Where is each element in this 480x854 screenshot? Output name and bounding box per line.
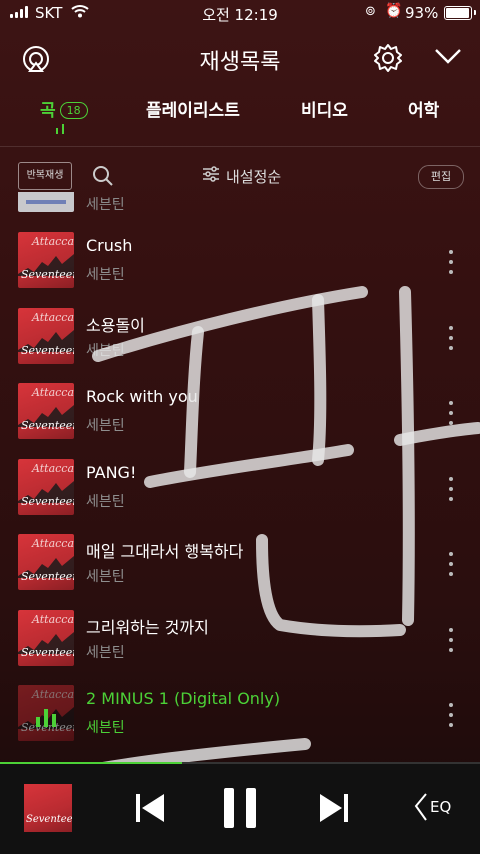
mini-player: Seventeen EQ bbox=[0, 762, 480, 854]
pause-icon[interactable] bbox=[222, 786, 258, 834]
header: 재생목록 bbox=[0, 38, 480, 78]
more-icon[interactable] bbox=[448, 325, 454, 350]
page-title: 재생목록 bbox=[199, 50, 281, 75]
sort-button[interactable]: 내설정순 bbox=[202, 165, 281, 187]
album-art: Attacca Seventeen bbox=[18, 685, 74, 741]
artist-name: 세븐틴 bbox=[86, 493, 125, 510]
sort-icon bbox=[202, 165, 220, 187]
divider bbox=[0, 146, 480, 147]
playing-indicator-icon bbox=[56, 124, 64, 134]
song-title: 매일 그대라서 행복하다 bbox=[86, 542, 244, 561]
list-toolbar: 반복재생 내설정순 편집 bbox=[0, 160, 480, 192]
album-text: Attacca bbox=[32, 537, 74, 550]
album-text: Seventeen bbox=[21, 494, 74, 508]
sort-label: 내설정순 bbox=[226, 167, 282, 186]
album-art: Attacca Seventeen bbox=[18, 534, 74, 590]
progress-bar[interactable] bbox=[0, 762, 480, 764]
battery-percent: 93% bbox=[405, 4, 439, 22]
more-icon[interactable] bbox=[448, 476, 454, 501]
gear-icon[interactable] bbox=[372, 42, 404, 78]
song-row[interactable]: Attacca Seventeen 그리워하는 것까지세븐틴 bbox=[0, 606, 480, 682]
now-playing-album-art[interactable]: Seventeen bbox=[24, 784, 72, 832]
artist-name: 세븐틴 bbox=[86, 342, 125, 359]
tab-playlist[interactable]: 플레이리스트 bbox=[146, 96, 240, 121]
album-text: Seventeen bbox=[21, 645, 74, 659]
chevron-down-icon[interactable] bbox=[434, 47, 462, 69]
song-count-badge: 18 bbox=[59, 102, 88, 119]
tab-language[interactable]: 어학 bbox=[408, 96, 439, 121]
alarm-icon: ⏰ bbox=[385, 3, 403, 19]
more-icon[interactable] bbox=[448, 401, 454, 425]
artist-name: 세븐틴 bbox=[86, 569, 125, 585]
song-title: 그리워하는 것까지 bbox=[86, 617, 209, 637]
tab-label: 곡 bbox=[40, 101, 56, 121]
more-icon[interactable] bbox=[448, 552, 454, 576]
repeat-button[interactable]: 반복재생 bbox=[18, 162, 72, 190]
more-icon[interactable] bbox=[448, 703, 454, 727]
battery-icon bbox=[444, 6, 476, 20]
song-title: 소용돌이 bbox=[86, 315, 145, 335]
next-icon[interactable] bbox=[316, 790, 350, 830]
status-bar: SKT 오전 12:19 ⊚ ⏰ 93% bbox=[0, 0, 480, 26]
song-title: Crush bbox=[86, 236, 133, 255]
search-icon[interactable] bbox=[92, 165, 114, 191]
song-row[interactable]: Attacca Seventeen 소용돌이세븐틴 bbox=[0, 304, 480, 380]
album-art: Attacca Seventeen bbox=[18, 383, 74, 439]
eq-icon[interactable]: EQ bbox=[412, 792, 451, 822]
artist-name: 세븐틴 bbox=[86, 644, 125, 661]
album-text: Attacca bbox=[32, 310, 74, 324]
prev-icon[interactable] bbox=[134, 790, 168, 830]
playing-indicator-icon bbox=[18, 685, 74, 741]
tab-video[interactable]: 비디오 bbox=[301, 96, 348, 121]
song-title: Rock with you bbox=[86, 387, 198, 406]
song-row[interactable]: Attacca Seventeen Rock with you 세븐틴 bbox=[0, 379, 480, 455]
song-row[interactable]: Attacca Seventeen Crush 세븐틴 bbox=[0, 228, 480, 304]
song-list: 세븐틴 Attacca Seventeen Crush 세븐틴 Attacca Seven… bbox=[0, 192, 480, 762]
album-art: Attacca Seventeen bbox=[18, 307, 74, 364]
album-art: Attacca Seventeen bbox=[18, 609, 74, 666]
album-text: Attacca bbox=[32, 235, 74, 248]
album-text: Seventeen bbox=[21, 570, 74, 583]
album-text: Attacca bbox=[32, 612, 74, 626]
artist-name: 세븐틴 bbox=[86, 418, 125, 434]
edit-button[interactable]: 편집 bbox=[418, 165, 464, 189]
song-row[interactable]: Attacca Seventeen 2 MINUS 1 (Digital Only)… bbox=[0, 681, 480, 757]
song-row[interactable]: Attacca Seventeen 매일 그대라서 행복하다세븐틴 bbox=[0, 530, 480, 606]
album-text: Attacca bbox=[32, 386, 74, 399]
tab-bar: 곡 18 플레이리스트 비디오 어학 bbox=[0, 96, 480, 136]
song-title: 2 MINUS 1 (Digital Only) bbox=[86, 689, 281, 708]
song-title: PANG! bbox=[86, 462, 137, 482]
more-icon[interactable] bbox=[448, 250, 454, 274]
eq-label: EQ bbox=[430, 798, 452, 816]
artist-name: 세븐틴 bbox=[86, 267, 125, 283]
album-art: Attacca Seventeen bbox=[18, 232, 74, 288]
album-art: Attacca Seventeen bbox=[18, 458, 74, 515]
album-text: Attacca bbox=[32, 461, 74, 475]
more-icon[interactable] bbox=[448, 627, 454, 652]
artist-name: 세븐틴 bbox=[86, 197, 125, 213]
album-art bbox=[18, 192, 74, 212]
album-text: Seventeen bbox=[21, 343, 74, 357]
album-text: Seventeen bbox=[21, 268, 74, 281]
album-text: Seventeen bbox=[21, 419, 74, 432]
album-text: Seventeen bbox=[26, 814, 72, 825]
artist-name: 세븐틴 bbox=[86, 720, 125, 736]
rotation-lock-icon: ⊚ bbox=[365, 4, 376, 19]
tab-songs[interactable]: 곡 18 bbox=[40, 96, 88, 134]
song-row[interactable]: Attacca Seventeen PANG! 세븐틴 bbox=[0, 455, 480, 531]
